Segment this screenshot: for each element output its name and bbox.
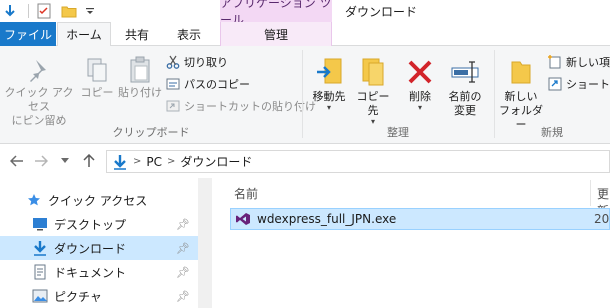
contextual-tab-header: アプリケーション ツール [220, 0, 332, 27]
quick-access-toolbar [2, 2, 97, 20]
down-arrow-icon[interactable] [2, 4, 18, 18]
back-arrow-icon[interactable] [8, 152, 26, 170]
tab-home[interactable]: ホーム [57, 22, 111, 47]
column-header-name[interactable]: 名前 [234, 185, 258, 202]
move-to-icon [308, 54, 350, 90]
pin-icon[interactable]: 📌︎ [176, 266, 190, 279]
nav-item-label: クイック アクセス [48, 193, 148, 208]
nav-item-quick-access[interactable]: クイック アクセス [0, 188, 198, 212]
scissors-icon [166, 55, 180, 69]
tab-view[interactable]: 表示 [163, 22, 215, 46]
move-to-dropdown-icon: ▾ [326, 103, 331, 112]
file-list: 名前 更新 wdexpress_full_JPN.exe 20 [212, 178, 610, 308]
nav-item-label: ドキュメント [54, 265, 127, 280]
breadcrumb-pc[interactable]: PC [146, 155, 162, 169]
address-bar[interactable]: > PC > ダウンロード [106, 150, 610, 173]
downloads-location-icon [113, 154, 127, 170]
paste-label: 貼り付け [118, 86, 162, 99]
pin-icon[interactable]: 📌︎ [176, 290, 190, 303]
pin-icon[interactable]: 📌︎ [176, 242, 190, 255]
chevron-right-icon[interactable]: > [167, 156, 175, 167]
paste-shortcut-icon [166, 100, 180, 112]
new-item-label: 新しい項 [566, 56, 610, 69]
organize-group-label: 整理 [387, 126, 409, 139]
download-icon [30, 240, 50, 256]
paste-icon [118, 54, 162, 86]
copy-path-button[interactable]: パスのコピー [166, 74, 250, 94]
move-to-button[interactable]: 移動先 ▾ [308, 54, 350, 112]
pin-quick-access-button[interactable]: クイック アクセス にピン留め [4, 54, 74, 128]
nav-item-documents[interactable]: ドキュメント 📌︎ [0, 260, 198, 284]
navigation-bar: > PC > ダウンロード [0, 144, 610, 178]
move-to-label: 移動先 [312, 90, 346, 103]
star-icon [24, 193, 44, 207]
divider [28, 4, 29, 18]
column-divider[interactable] [590, 180, 591, 206]
new-item-icon [548, 55, 561, 69]
cut-label: 切り取り [184, 56, 228, 69]
ribbon: クイック アクセス にピン留め コピー 貼り付け 切り取り パスのコピー ショー… [0, 46, 610, 144]
copy-path-icon [166, 78, 180, 90]
pin-icon [4, 54, 74, 86]
delete-dropdown-icon: ▾ [417, 103, 422, 112]
clipboard-group-label: クリップボード [112, 126, 190, 139]
column-header: 名前 更新 [212, 178, 610, 218]
window-title: ダウンロード [345, 4, 418, 19]
new-folder-icon [496, 54, 546, 90]
copy-to-icon [352, 54, 394, 90]
rename-button[interactable]: 名前の 変更 [442, 54, 488, 118]
file-name: wdexpress_full_JPN.exe [257, 212, 397, 226]
forward-arrow-icon[interactable] [32, 152, 50, 170]
tab-share[interactable]: 共有 [113, 22, 161, 46]
navpane-scrollbar[interactable] [198, 178, 212, 308]
nav-item-desktop[interactable]: デスクトップ 📌︎ [0, 212, 198, 236]
delete-label: 削除 [409, 90, 431, 103]
nav-item-label: ダウンロード [54, 241, 127, 256]
delete-button[interactable]: 削除 ▾ [400, 54, 440, 112]
paste-button[interactable]: 貼り付け [118, 54, 162, 100]
picture-icon [30, 289, 50, 303]
document-icon [30, 264, 50, 280]
tab-file[interactable]: ファイル [0, 22, 56, 46]
new-folder-button[interactable]: 新しい フォルダー [496, 54, 546, 132]
chevron-right-icon[interactable]: > [133, 156, 141, 167]
copy-icon [78, 54, 116, 86]
nav-item-pictures[interactable]: ピクチャ 📌︎ [0, 284, 198, 308]
paste-shortcut-button[interactable]: ショートカットの貼り付け [166, 96, 316, 116]
copy-label: コピー [80, 86, 114, 99]
file-row[interactable]: wdexpress_full_JPN.exe 20 [230, 208, 610, 230]
nav-item-downloads[interactable]: ダウンロード 📌︎ [0, 236, 198, 260]
title-bar: アプリケーション ツール ダウンロード [0, 0, 610, 27]
new-group-label: 新規 [541, 126, 563, 139]
nav-item-label: デスクトップ [54, 217, 127, 232]
navigation-pane: クイック アクセス デスクトップ 📌︎ ダウンロード 📌︎ ドキュメント 📌︎ … [0, 178, 198, 308]
pin-icon[interactable]: 📌︎ [176, 218, 190, 231]
visual-studio-icon [235, 212, 251, 226]
delete-x-icon [400, 54, 440, 90]
cut-button[interactable]: 切り取り [166, 52, 228, 72]
rename-label: 名前の 変更 [448, 90, 482, 117]
copy-to-button[interactable]: コピー先 ▾ [352, 54, 394, 126]
properties-icon[interactable] [35, 3, 53, 19]
pin-quick-access-label: クイック アクセス にピン留め [4, 86, 74, 127]
easy-access-button[interactable]: ショートカ [548, 74, 610, 94]
qa-dropdown-icon[interactable] [83, 7, 97, 15]
ribbon-tabs: ファイル ホーム 共有 表示 管理 [0, 22, 610, 47]
recent-dropdown-icon[interactable] [56, 152, 74, 170]
easy-access-icon [548, 77, 562, 91]
new-item-button[interactable]: 新しい項 [548, 52, 610, 72]
paste-shortcut-label: ショートカットの貼り付け [184, 100, 316, 113]
copy-button[interactable]: コピー [78, 54, 116, 100]
copy-to-label: コピー先 [356, 90, 390, 117]
easy-access-label: ショートカ [566, 78, 610, 91]
new-folder-qa-icon[interactable] [59, 4, 79, 18]
breadcrumb-downloads[interactable]: ダウンロード [180, 153, 252, 170]
up-arrow-icon[interactable] [80, 152, 98, 170]
tab-manage[interactable]: 管理 [220, 22, 332, 46]
nav-item-label: ピクチャ [54, 289, 102, 304]
file-modified: 20 [594, 212, 610, 226]
copy-path-label: パスのコピー [184, 78, 250, 91]
rename-icon [442, 54, 488, 90]
desktop-icon [30, 217, 50, 231]
